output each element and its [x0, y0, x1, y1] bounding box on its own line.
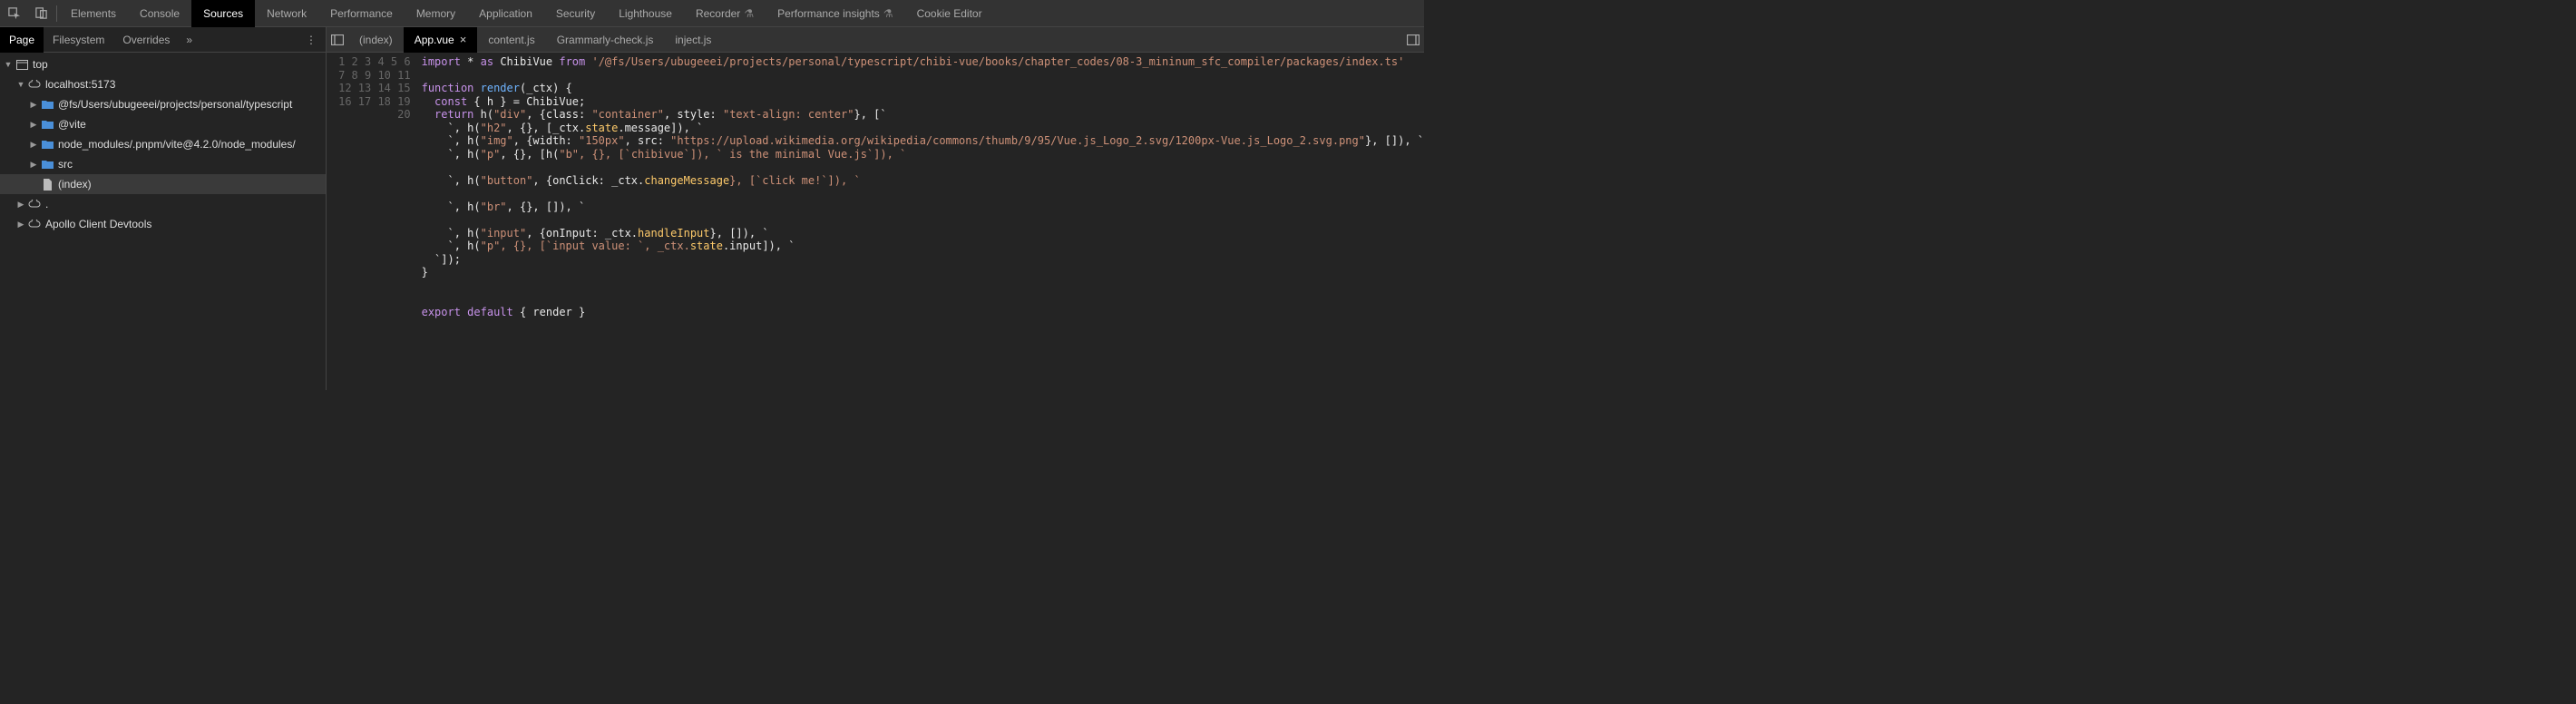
sources-sidebar: Page Filesystem Overrides » ⋮ ▼ top ▼ lo…	[0, 27, 327, 390]
folder-icon	[40, 100, 54, 109]
file-icon	[40, 179, 54, 191]
filetab-inject[interactable]: inject.js	[664, 27, 722, 53]
window-icon	[15, 60, 29, 70]
tree-index-label: (index)	[58, 178, 92, 191]
tab-cookie-editor[interactable]: Cookie Editor	[905, 0, 994, 27]
chevron-down-icon: ▼	[16, 80, 25, 89]
file-tab-bar: (index) App.vue × content.js Grammarly-c…	[327, 27, 1424, 53]
chevron-right-icon: ▶	[29, 120, 38, 130]
tab-lighthouse[interactable]: Lighthouse	[607, 0, 684, 27]
tab-recorder[interactable]: Recorder ⚗	[684, 0, 766, 27]
sidebar-more-icon[interactable]: ⋮	[297, 34, 326, 46]
more-subtabs-chevron[interactable]: »	[179, 34, 200, 46]
filetab-grammarly[interactable]: Grammarly-check.js	[546, 27, 665, 53]
tree-node-modules-folder[interactable]: ▶ node_modules/.pnpm/vite@4.2.0/node_mod…	[0, 134, 326, 154]
chevron-right-icon: ▶	[29, 160, 38, 170]
chevron-right-icon: ▶	[29, 140, 38, 150]
sources-sub-tabs: Page Filesystem Overrides » ⋮	[0, 27, 326, 53]
toggle-debugger-icon[interactable]	[1402, 27, 1424, 53]
content-row: Page Filesystem Overrides » ⋮ ▼ top ▼ lo…	[0, 27, 1424, 390]
flask-icon: ⚗	[883, 7, 893, 20]
tree-dot[interactable]: ▶ .	[0, 194, 326, 214]
tree-index-file[interactable]: (index)	[0, 174, 326, 194]
separator	[56, 5, 57, 22]
filetab-app-label: App.vue	[415, 34, 454, 46]
filetab-app-vue[interactable]: App.vue ×	[404, 27, 478, 53]
tree-top-label: top	[33, 58, 48, 71]
tree-localhost-label: localhost:5173	[45, 78, 115, 91]
line-gutter: 1 2 3 4 5 6 7 8 9 10 11 12 13 14 15 16 1…	[327, 53, 418, 390]
tree-vite-folder[interactable]: ▶ @vite	[0, 114, 326, 134]
subtab-overrides[interactable]: Overrides	[113, 27, 179, 53]
flask-icon: ⚗	[744, 7, 754, 20]
code-editor[interactable]: 1 2 3 4 5 6 7 8 9 10 11 12 13 14 15 16 1…	[327, 53, 1424, 390]
tab-console[interactable]: Console	[128, 0, 191, 27]
tab-performance[interactable]: Performance	[318, 0, 405, 27]
subtab-filesystem[interactable]: Filesystem	[44, 27, 113, 53]
cloud-icon	[27, 80, 42, 89]
tab-performance-insights[interactable]: Performance insights⚗	[766, 0, 904, 27]
tree-top[interactable]: ▼ top	[0, 54, 326, 74]
subtab-page[interactable]: Page	[0, 27, 44, 53]
tab-recorder-label: Recorder	[696, 7, 740, 20]
editor-pane: (index) App.vue × content.js Grammarly-c…	[327, 27, 1424, 390]
close-icon[interactable]: ×	[460, 33, 467, 46]
tab-security[interactable]: Security	[544, 0, 607, 27]
tab-perf-insights-label: Performance insights	[777, 7, 880, 20]
tree-fs-label: @fs/Users/ubugeeei/projects/personal/typ…	[58, 98, 292, 111]
cloud-icon	[27, 220, 42, 229]
tree-localhost[interactable]: ▼ localhost:5173	[0, 74, 326, 94]
toggle-navigator-icon[interactable]	[327, 27, 348, 53]
tree-apollo-label: Apollo Client Devtools	[45, 218, 151, 230]
chevron-right-icon: ▶	[29, 100, 38, 110]
device-toggle-icon[interactable]	[27, 0, 54, 27]
devtools-top-bar: Elements Console Sources Network Perform…	[0, 0, 1424, 27]
tree-node-modules-label: node_modules/.pnpm/vite@4.2.0/node_modul…	[58, 138, 296, 151]
filetab-content-js[interactable]: content.js	[477, 27, 545, 53]
folder-icon	[40, 140, 54, 149]
tree-apollo[interactable]: ▶ Apollo Client Devtools	[0, 214, 326, 234]
inspect-icon[interactable]	[0, 0, 27, 27]
tree-vite-label: @vite	[58, 118, 86, 131]
tree-src-label: src	[58, 158, 73, 171]
file-tree: ▼ top ▼ localhost:5173 ▶ @fs/Users/ubuge…	[0, 53, 326, 390]
chevron-right-icon: ▶	[16, 220, 25, 230]
tab-sources[interactable]: Sources	[191, 0, 255, 27]
chevron-right-icon: ▶	[16, 200, 25, 210]
cloud-icon	[27, 200, 42, 209]
folder-icon	[40, 160, 54, 169]
folder-icon	[40, 120, 54, 129]
tree-fs-folder[interactable]: ▶ @fs/Users/ubugeeei/projects/personal/t…	[0, 94, 326, 114]
tab-elements[interactable]: Elements	[59, 0, 128, 27]
code-content: import * as ChibiVue from '/@fs/Users/ub…	[418, 53, 1424, 390]
tree-dot-label: .	[45, 198, 48, 210]
chevron-down-icon: ▼	[4, 60, 13, 69]
filetab-index[interactable]: (index)	[348, 27, 404, 53]
tab-memory[interactable]: Memory	[405, 0, 467, 27]
tree-src-folder[interactable]: ▶ src	[0, 154, 326, 174]
tab-network[interactable]: Network	[255, 0, 318, 27]
tab-application[interactable]: Application	[467, 0, 544, 27]
